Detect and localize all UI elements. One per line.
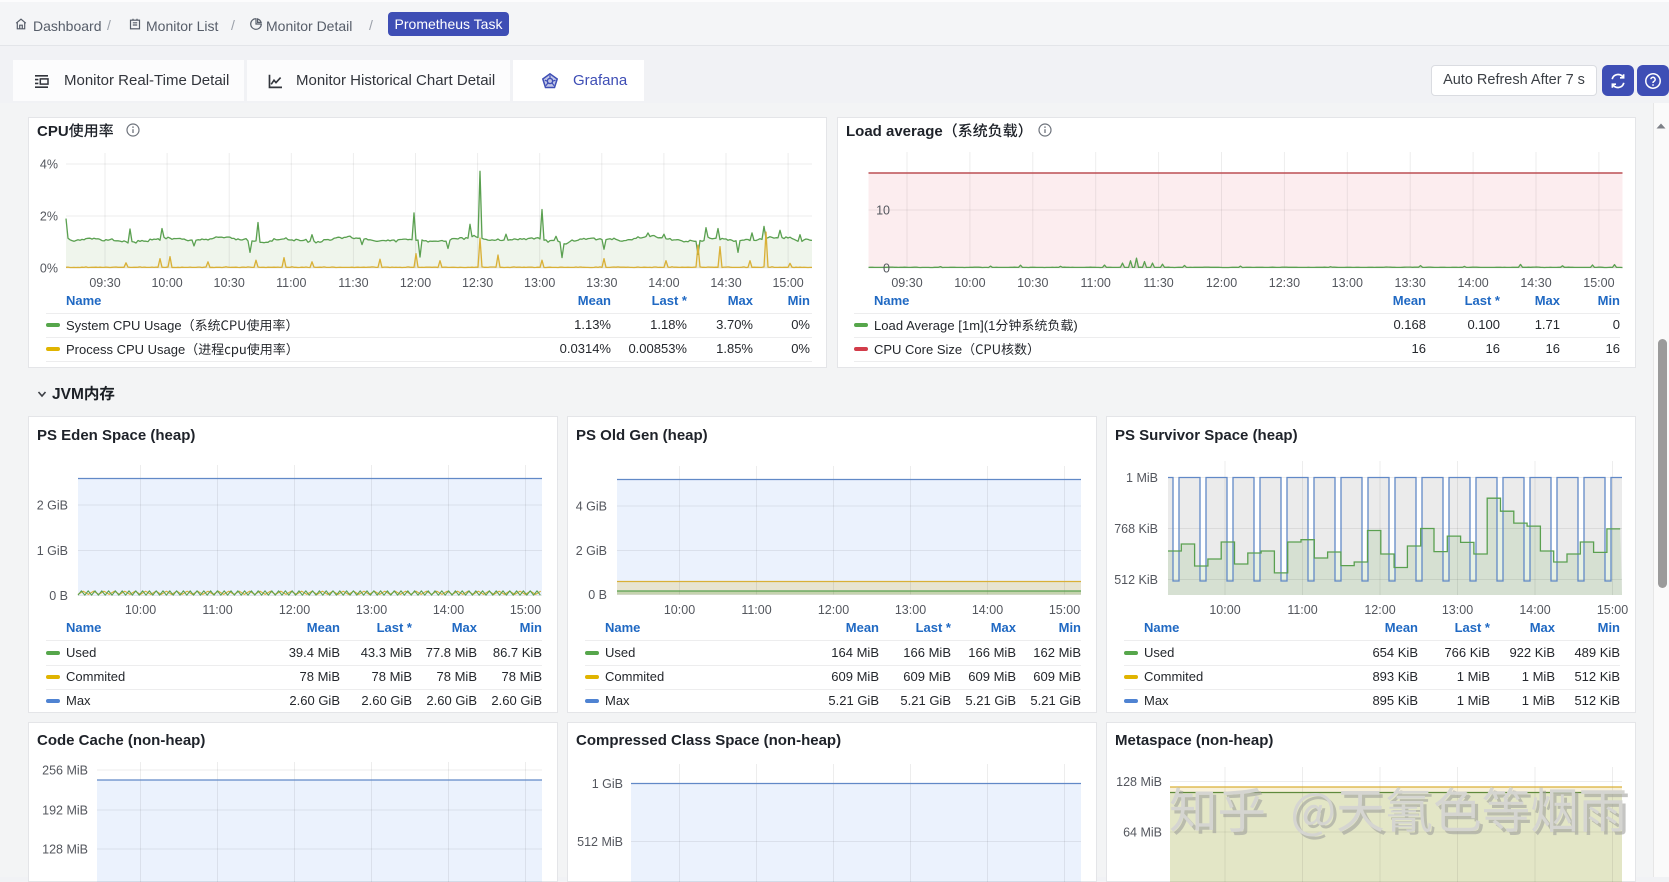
svg-text:0 B: 0 B: [49, 589, 68, 603]
svg-text:12:30: 12:30: [462, 276, 493, 290]
svg-text:256 MiB: 256 MiB: [42, 764, 88, 778]
svg-text:10:30: 10:30: [214, 276, 245, 290]
svg-text:2%: 2%: [40, 210, 58, 224]
svg-text:14:00: 14:00: [433, 603, 464, 617]
svg-text:1 GiB: 1 GiB: [37, 544, 68, 558]
svg-text:0 B: 0 B: [588, 588, 607, 602]
svg-text:10:00: 10:00: [954, 276, 985, 290]
svg-text:15:00: 15:00: [1597, 603, 1628, 617]
svg-text:13:00: 13:00: [1331, 276, 1362, 290]
svg-text:JVM: JVM: [52, 386, 84, 403]
svg-text:12:00: 12:00: [1205, 276, 1236, 290]
svg-text:10:00: 10:00: [1209, 603, 1240, 617]
svg-text:10:30: 10:30: [1017, 276, 1048, 290]
svg-text:0%: 0%: [40, 262, 58, 276]
svg-text:14:00: 14:00: [648, 276, 679, 290]
svg-text:11:00: 11:00: [202, 603, 232, 617]
svg-text:12:00: 12:00: [818, 603, 849, 617]
svg-text:14:00: 14:00: [972, 603, 1003, 617]
svg-text:11:00: 11:00: [1287, 603, 1317, 617]
svg-text:10:00: 10:00: [151, 276, 182, 290]
svg-text:13:00: 13:00: [1442, 603, 1473, 617]
svg-text:13:30: 13:30: [586, 276, 617, 290]
svg-text:14:00: 14:00: [1457, 276, 1488, 290]
svg-text:2 GiB: 2 GiB: [576, 544, 607, 558]
svg-text:13:30: 13:30: [1394, 276, 1425, 290]
svg-text:2 GiB: 2 GiB: [37, 499, 68, 513]
svg-text:64 MiB: 64 MiB: [1123, 826, 1162, 840]
svg-text:4%: 4%: [40, 158, 58, 172]
svg-text:192 MiB: 192 MiB: [42, 804, 88, 818]
svg-text:11:30: 11:30: [1143, 276, 1173, 290]
svg-text:11:00: 11:00: [276, 276, 306, 290]
svg-text:12:00: 12:00: [279, 603, 310, 617]
svg-text:12:30: 12:30: [1268, 276, 1299, 290]
svg-text:10: 10: [876, 204, 890, 218]
svg-text:15:00: 15:00: [1049, 603, 1080, 617]
svg-text:10:00: 10:00: [664, 603, 695, 617]
svg-text:14:30: 14:30: [710, 276, 741, 290]
svg-text:1 GiB: 1 GiB: [592, 777, 623, 791]
svg-text:09:30: 09:30: [891, 276, 922, 290]
svg-text:11:00: 11:00: [1080, 276, 1110, 290]
svg-text:11:00: 11:00: [741, 603, 771, 617]
svg-text:128 MiB: 128 MiB: [1116, 775, 1162, 789]
svg-text:15:00: 15:00: [510, 603, 541, 617]
svg-text:13:00: 13:00: [524, 276, 555, 290]
svg-text:512 KiB: 512 KiB: [1114, 573, 1158, 587]
svg-text:768 KiB: 768 KiB: [1114, 522, 1158, 536]
svg-text:10:00: 10:00: [125, 603, 156, 617]
svg-text:4 GiB: 4 GiB: [576, 500, 607, 514]
svg-text:11:30: 11:30: [338, 276, 368, 290]
svg-text:128 MiB: 128 MiB: [42, 843, 88, 857]
svg-text:13:00: 13:00: [356, 603, 387, 617]
svg-text:512 MiB: 512 MiB: [577, 835, 623, 849]
svg-text:14:30: 14:30: [1520, 276, 1551, 290]
svg-text:1 MiB: 1 MiB: [1126, 471, 1158, 485]
svg-text:09:30: 09:30: [89, 276, 120, 290]
svg-text:12:00: 12:00: [400, 276, 431, 290]
svg-text:12:00: 12:00: [1364, 603, 1395, 617]
svg-text:14:00: 14:00: [1519, 603, 1550, 617]
svg-text:15:00: 15:00: [772, 276, 803, 290]
svg-text:13:00: 13:00: [895, 603, 926, 617]
svg-text:15:00: 15:00: [1583, 276, 1614, 290]
svg-text:0: 0: [883, 262, 890, 276]
